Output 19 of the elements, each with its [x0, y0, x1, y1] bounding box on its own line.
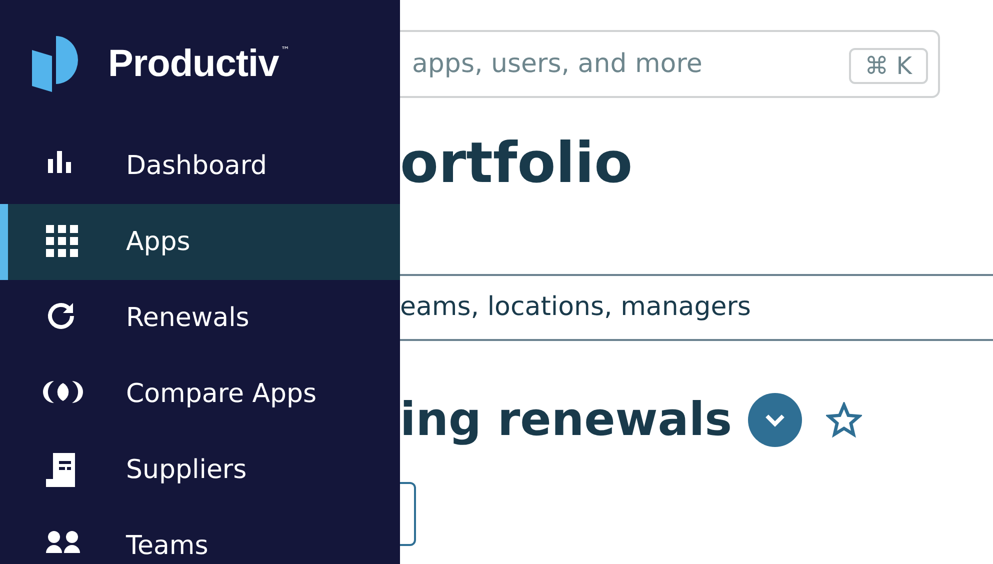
sidebar-item[interactable]: Compare Apps: [0, 356, 400, 432]
search-field[interactable]: apps, users, and more ⌘ K: [400, 30, 940, 98]
sidebar-item[interactable]: Dashboard: [0, 128, 400, 204]
page-title: ortfolio: [400, 130, 633, 198]
sidebar-item[interactable]: Suppliers: [0, 432, 400, 508]
logo-icon: [32, 36, 78, 92]
sidebar-item[interactable]: Renewals: [0, 280, 400, 356]
trademark-mark: ™: [280, 45, 290, 58]
sidebar-item[interactable]: Teams: [0, 508, 400, 564]
chevron-icon: [764, 412, 786, 427]
grid-icon: [46, 225, 80, 259]
star-icon[interactable]: [826, 402, 862, 438]
sidebar-item[interactable]: Apps: [0, 204, 400, 280]
brand-name: Productiv: [108, 45, 279, 83]
search-input[interactable]: apps, users, and more: [410, 44, 830, 84]
shortcut-key-hint: ⌘ K: [848, 48, 928, 84]
section-title: ing renewals: [400, 392, 732, 448]
outlined-button[interactable]: [400, 482, 416, 546]
filter-text: eams, locations, managers: [400, 291, 751, 324]
